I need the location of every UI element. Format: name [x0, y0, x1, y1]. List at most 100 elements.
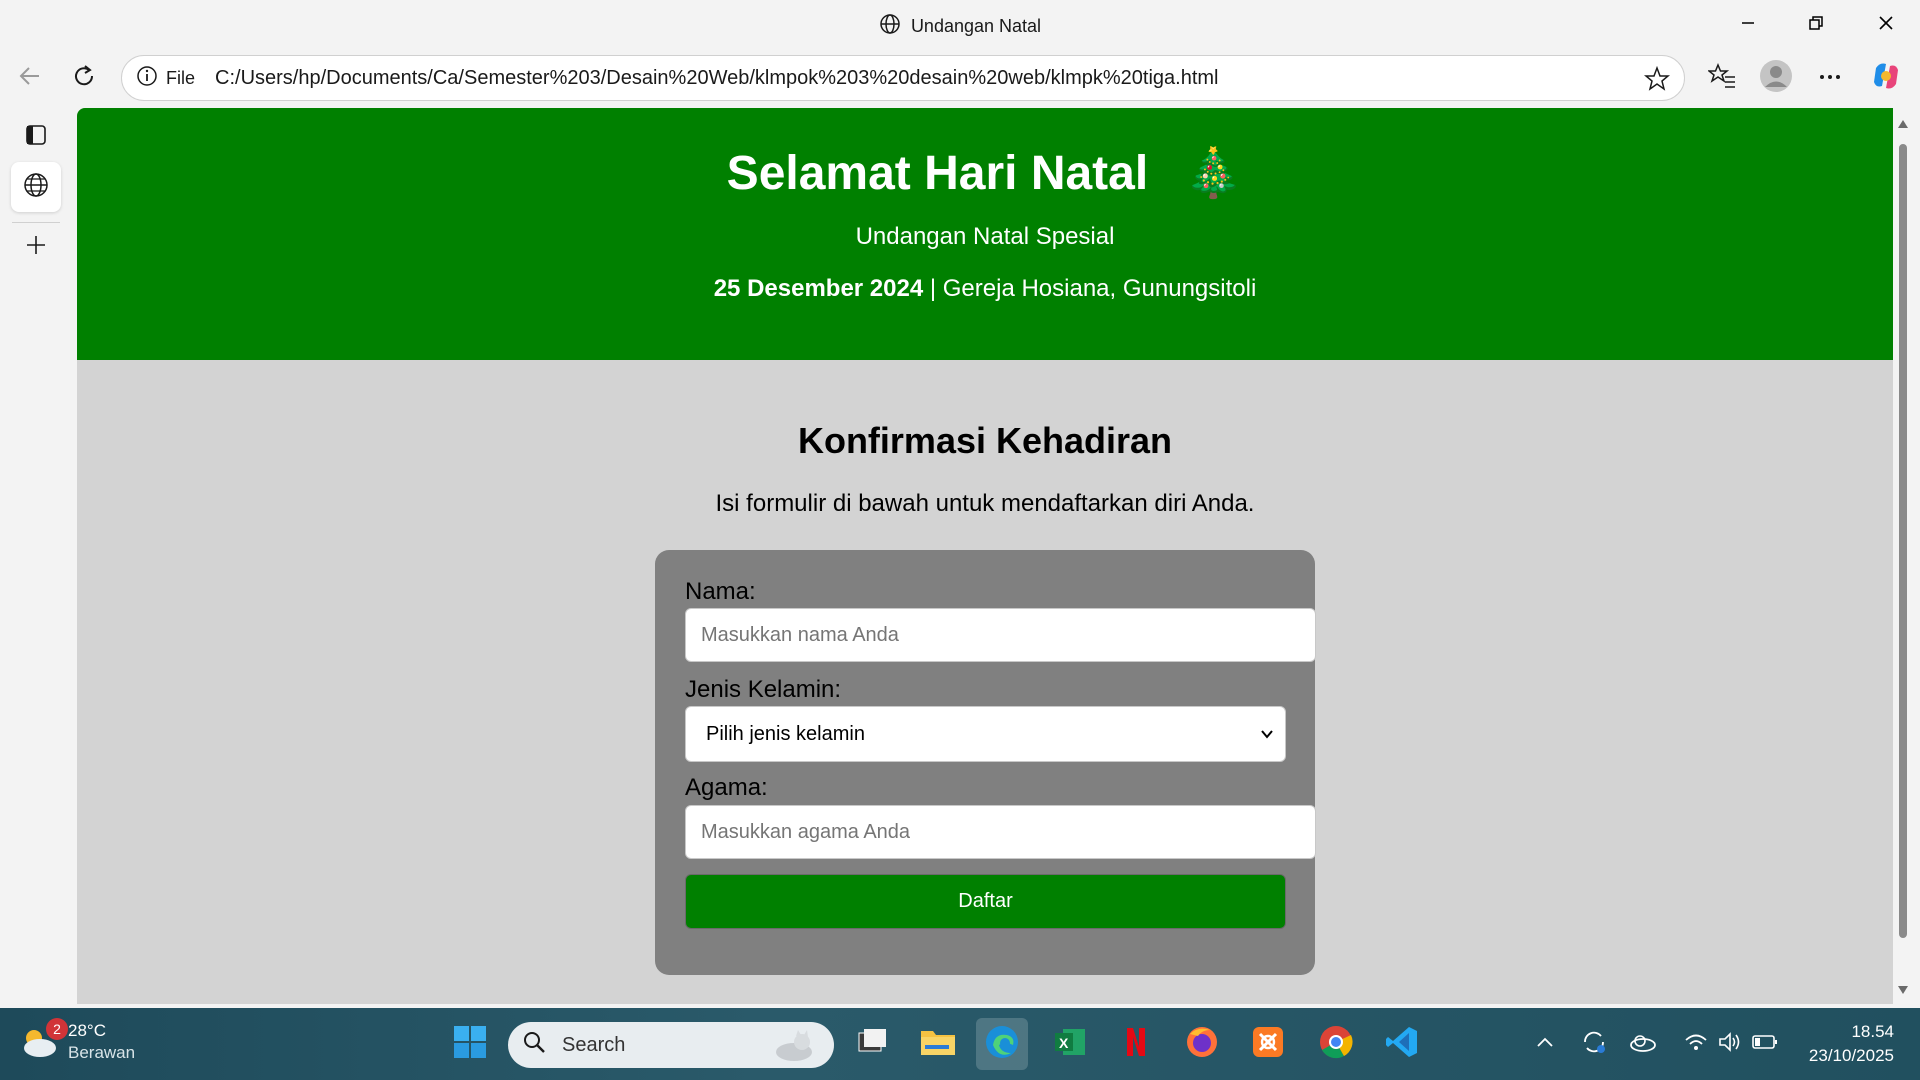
event-date: 25 Desember 2024 [713, 275, 924, 302]
taskbar-clock[interactable]: 18.54 23/10/2025 [1809, 1020, 1894, 1068]
close-icon [1878, 15, 1894, 36]
site-info-button[interactable]: File [136, 65, 195, 92]
name-label: Nama: [685, 578, 756, 605]
window-title: Undangan Natal [0, 13, 1920, 40]
avatar-icon [1759, 59, 1793, 98]
weather-condition: Berawan [68, 1043, 136, 1062]
info-icon [136, 65, 158, 92]
page-scrollbar[interactable] [1893, 108, 1913, 1004]
search-label: Search [562, 1033, 626, 1056]
clock-time: 18.54 [1851, 1022, 1894, 1041]
excel-app[interactable]: X [1044, 1018, 1096, 1070]
favorite-star-icon[interactable] [1643, 65, 1671, 97]
chevron-up-icon [1536, 1035, 1554, 1053]
section-intro: Isi formulir di bawah untuk mendaftarkan… [715, 490, 1255, 517]
start-button[interactable] [444, 1018, 496, 1070]
file-explorer-app[interactable] [912, 1018, 964, 1070]
event-location: | Gereja Hosiana, Gunungsitoli [923, 275, 1257, 302]
protocol-label: File [166, 67, 196, 88]
excel-icon: X [1053, 1025, 1087, 1064]
religion-input[interactable]: Masukkan agama Anda [685, 805, 1316, 859]
show-hidden-icons-button[interactable] [1530, 1026, 1560, 1062]
cloudy-weather-icon: 2 [18, 1018, 68, 1062]
volume-icon [1718, 1031, 1742, 1057]
xampp-app[interactable] [1242, 1018, 1294, 1070]
firefox-icon [1184, 1024, 1220, 1065]
scroll-down-icon[interactable] [1897, 982, 1909, 1000]
scroll-thumb[interactable] [1899, 144, 1907, 938]
gender-label: Jenis Kelamin: [685, 676, 842, 703]
back-button[interactable] [10, 58, 50, 98]
minimize-icon [1740, 15, 1756, 36]
main-section: Konfirmasi Kehadiran Isi formulir di baw… [77, 420, 1893, 518]
svg-text:X: X [1059, 1035, 1069, 1051]
netflix-app[interactable] [1110, 1018, 1162, 1070]
minimize-button[interactable] [1718, 0, 1778, 50]
tab-actions-icon [25, 124, 47, 151]
vertical-tabs-panel [0, 108, 72, 1008]
browser-toolbar: File C:/Users/hp/Documents/Ca/Semester%2… [0, 50, 1920, 106]
onedrive-tray-button[interactable] [1626, 1026, 1660, 1062]
cat-illustration-icon [772, 1028, 816, 1068]
chevron-down-icon [1259, 725, 1275, 748]
folder-icon [919, 1025, 957, 1064]
chrome-icon [1317, 1023, 1355, 1066]
close-button[interactable] [1856, 0, 1916, 50]
address-bar[interactable]: File C:/Users/hp/Documents/Ca/Semester%2… [121, 55, 1685, 101]
section-heading: Konfirmasi Kehadiran [797, 420, 1173, 461]
name-input[interactable]: Masukkan nama Anda [685, 608, 1316, 662]
system-status-button[interactable] [1674, 1026, 1788, 1062]
sync-tray-button[interactable] [1578, 1026, 1610, 1062]
clock-date: 23/10/2025 [1808, 1046, 1894, 1065]
windows-taskbar: 2 28°C Berawan Search X 18.54 23/10/2025 [0, 1008, 1920, 1080]
sync-icon [1581, 1029, 1607, 1060]
firefox-app[interactable] [1176, 1018, 1228, 1070]
cloud-icon [1629, 1032, 1657, 1057]
window-titlebar: Undangan Natal [0, 0, 1920, 50]
globe-icon [879, 13, 901, 40]
url-text[interactable]: C:/Users/hp/Documents/Ca/Semester%203/De… [215, 67, 1218, 90]
battery-icon [1752, 1034, 1778, 1055]
refresh-icon [71, 63, 97, 94]
submit-button[interactable]: Daftar [685, 874, 1286, 929]
search-icon [522, 1030, 546, 1060]
registration-form: Nama: Masukkan nama Anda Jenis Kelamin: … [655, 550, 1316, 975]
gender-select[interactable]: Pilih jenis kelamin [685, 706, 1286, 762]
refresh-button[interactable] [64, 58, 104, 98]
vscode-icon [1385, 1025, 1419, 1064]
weather-widget[interactable]: 2 28°C Berawan [18, 1018, 136, 1064]
restore-button[interactable] [1786, 0, 1846, 50]
scroll-up-icon[interactable] [1897, 116, 1909, 134]
more-options-button[interactable] [1810, 58, 1850, 98]
taskbar-search[interactable]: Search [508, 1022, 834, 1068]
globe-icon [23, 172, 49, 203]
favorites-button[interactable] [1702, 58, 1742, 98]
tab-actions-button[interactable] [11, 112, 61, 162]
ellipsis-icon [1818, 69, 1842, 87]
task-view-icon [855, 1025, 889, 1064]
page-viewport: Selamat Hari Natal 🎄 Undangan Natal Spes… [77, 108, 1893, 1004]
chrome-app[interactable] [1310, 1018, 1362, 1070]
event-details: 25 Desember 2024 | Gereja Hosiana, Gunun… [77, 275, 1893, 303]
tab-undangan-natal[interactable] [11, 162, 61, 212]
edge-icon [983, 1023, 1021, 1066]
wifi-icon [1684, 1032, 1708, 1057]
page-header: Selamat Hari Natal 🎄 Undangan Natal Spes… [77, 108, 1893, 360]
edge-browser-app[interactable] [976, 1018, 1028, 1070]
netflix-icon [1121, 1025, 1151, 1064]
copilot-button[interactable] [1866, 58, 1906, 98]
new-tab-button[interactable] [11, 222, 61, 272]
page-title: Selamat Hari Natal 🎄 [77, 144, 1893, 201]
window-title-text: Undangan Natal [910, 16, 1042, 36]
gender-select-value: Pilih jenis kelamin [706, 722, 865, 745]
page-title-text: Selamat Hari Natal [726, 147, 1149, 200]
plus-icon [25, 234, 47, 261]
xampp-icon [1251, 1025, 1285, 1064]
weather-temp: 28°C [68, 1021, 106, 1040]
vscode-app[interactable] [1376, 1018, 1428, 1070]
weather-badge: 2 [46, 1018, 68, 1040]
windows-logo-icon [453, 1025, 487, 1064]
back-arrow-icon [17, 63, 43, 94]
task-view-button[interactable] [846, 1018, 898, 1070]
profile-button[interactable] [1756, 58, 1796, 98]
